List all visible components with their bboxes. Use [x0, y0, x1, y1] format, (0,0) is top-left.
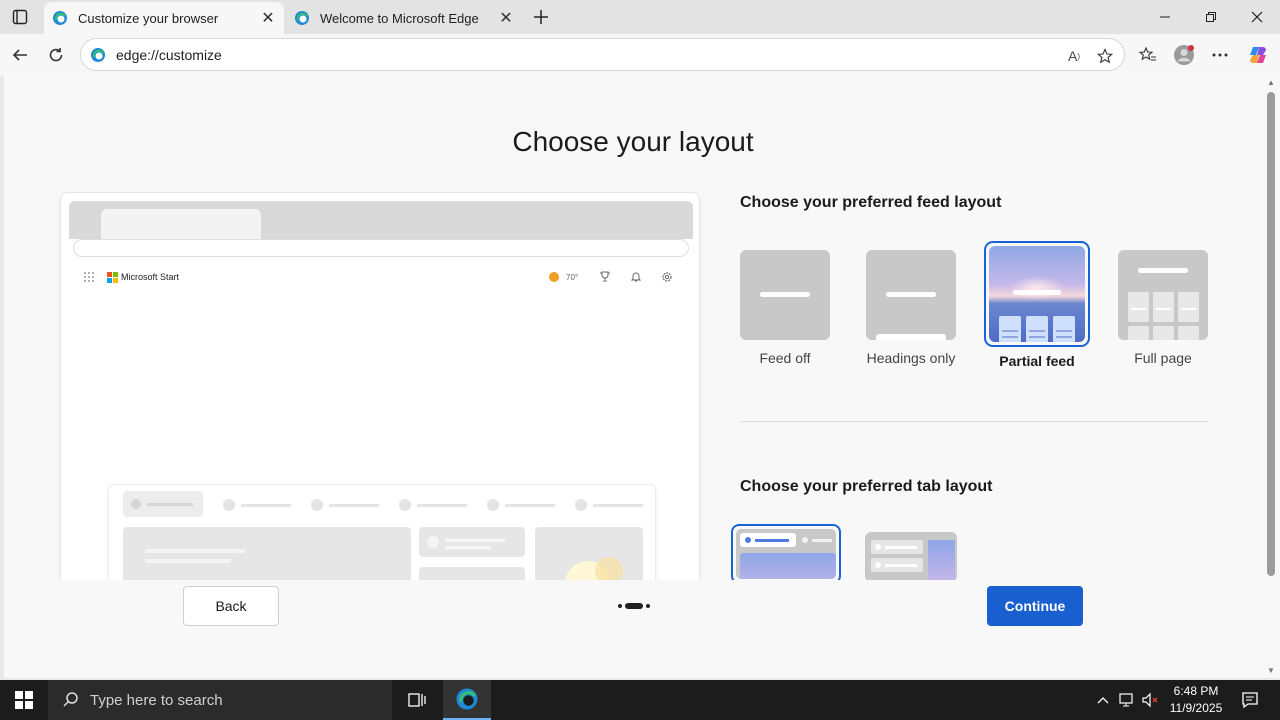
page-title: Choose your layout: [512, 126, 754, 157]
edge-favicon-icon: [295, 11, 309, 25]
favorites-icon[interactable]: [1134, 41, 1162, 69]
windows-start-icon[interactable]: [0, 680, 48, 720]
headings-only-thumbnail: [866, 250, 956, 340]
full-page-thumbnail: [1118, 250, 1208, 340]
read-aloud-icon[interactable]: A): [1063, 45, 1085, 67]
feed-option-full-page[interactable]: Full page: [1117, 250, 1209, 366]
tab-title: Welcome to Microsoft Edge: [320, 10, 479, 26]
profile-avatar-icon[interactable]: [1170, 41, 1198, 69]
feed-option-off[interactable]: Feed off: [739, 250, 831, 366]
settings-gear-icon: [662, 272, 672, 282]
windows-taskbar: Type here to search 6:48 PM 11/9/2025: [0, 680, 1280, 720]
tab-actions-icon[interactable]: [8, 6, 32, 28]
tab-layout-vertical[interactable]: [865, 532, 957, 582]
taskbar-clock[interactable]: 6:48 PM 11/9/2025: [1160, 683, 1232, 717]
page-footer: Back Continue: [4, 580, 1262, 678]
task-view-icon[interactable]: [393, 680, 441, 720]
feed-off-thumbnail: [740, 250, 830, 340]
continue-button[interactable]: Continue: [987, 586, 1083, 626]
trophy-icon: [600, 271, 610, 282]
refresh-icon[interactable]: [42, 41, 70, 69]
clock-date: 11/9/2025: [1169, 701, 1223, 715]
network-icon[interactable]: [1117, 690, 1137, 710]
tab-welcome-edge[interactable]: Welcome to Microsoft Edge ✕: [286, 2, 522, 34]
tab-title: Customize your browser: [78, 10, 219, 26]
preview-tabstrip: [69, 201, 693, 239]
preview-temperature: 70°: [566, 273, 579, 282]
favorite-star-icon[interactable]: [1094, 45, 1116, 67]
page-scrollbar[interactable]: ▲ ▼: [1262, 76, 1280, 678]
weather-sun-icon: [549, 272, 559, 282]
new-tab-plus-icon[interactable]: [528, 4, 554, 30]
edge-taskbar-icon[interactable]: [443, 680, 491, 720]
scroll-thumb[interactable]: [1267, 92, 1275, 576]
selected-frame: [984, 241, 1090, 347]
address-text[interactable]: edge://customize: [116, 47, 222, 63]
feed-option-headings-only[interactable]: Headings only: [861, 250, 961, 366]
restore-window-icon[interactable]: [1188, 0, 1234, 34]
tab-layout-title: Choose your preferred tab layout: [740, 478, 993, 495]
scroll-up-arrow-icon[interactable]: ▲: [1266, 78, 1276, 88]
search-icon: [63, 692, 78, 707]
back-arrow-icon[interactable]: [6, 41, 34, 69]
address-bar[interactable]: edge://customize A): [80, 38, 1125, 71]
edge-logo-icon: [91, 47, 105, 62]
feed-option-label: Partial feed: [999, 353, 1075, 369]
preview-newtab-header: Microsoft Start 70°: [81, 271, 681, 287]
close-tab-icon[interactable]: ✕: [494, 6, 518, 30]
apps-grid-icon: [84, 272, 94, 282]
preview-address-bar: [73, 239, 689, 257]
tab-layout-horizontal[interactable]: [731, 524, 841, 584]
edge-favicon-icon: [53, 11, 67, 25]
notifications-icon[interactable]: [1240, 690, 1260, 710]
title-bar: Customize your browser ✕ Welcome to Micr…: [0, 0, 1280, 34]
feed-option-label: Headings only: [866, 350, 956, 366]
more-options-icon[interactable]: [1206, 41, 1234, 69]
partial-feed-thumbnail: [989, 246, 1085, 342]
step-indicator: [616, 603, 656, 609]
browser-toolbar: edge://customize A): [0, 34, 1280, 76]
preview-tab: [101, 209, 261, 239]
step-dot: [646, 604, 650, 608]
preview-brand: Microsoft Start: [121, 272, 180, 282]
copilot-icon[interactable]: [1244, 41, 1272, 69]
taskbar-search-box[interactable]: Type here to search: [48, 680, 392, 720]
minimize-window-icon[interactable]: [1142, 0, 1188, 34]
section-divider: [740, 421, 1208, 422]
feed-option-label: Full page: [1134, 350, 1192, 366]
taskbar-search-placeholder: Type here to search: [90, 691, 223, 709]
tab-customize-browser[interactable]: Customize your browser ✕: [44, 2, 284, 34]
step-dot-active: [625, 603, 643, 609]
microsoft-logo-icon: [107, 272, 118, 283]
feed-layout-title: Choose your preferred feed layout: [740, 194, 1002, 211]
feed-option-partial-feed[interactable]: Partial feed: [982, 241, 1092, 369]
bell-icon: [630, 272, 642, 282]
scroll-down-arrow-icon[interactable]: ▼: [1266, 666, 1276, 676]
show-hidden-icons-chevron-icon[interactable]: [1093, 690, 1113, 710]
feed-option-label: Feed off: [759, 350, 811, 366]
back-button[interactable]: Back: [183, 586, 279, 626]
step-dot: [618, 604, 622, 608]
close-tab-icon[interactable]: ✕: [256, 6, 280, 30]
volume-muted-icon[interactable]: [1140, 690, 1160, 710]
close-window-icon[interactable]: [1234, 0, 1280, 34]
clock-time: 6:48 PM: [1173, 684, 1219, 698]
